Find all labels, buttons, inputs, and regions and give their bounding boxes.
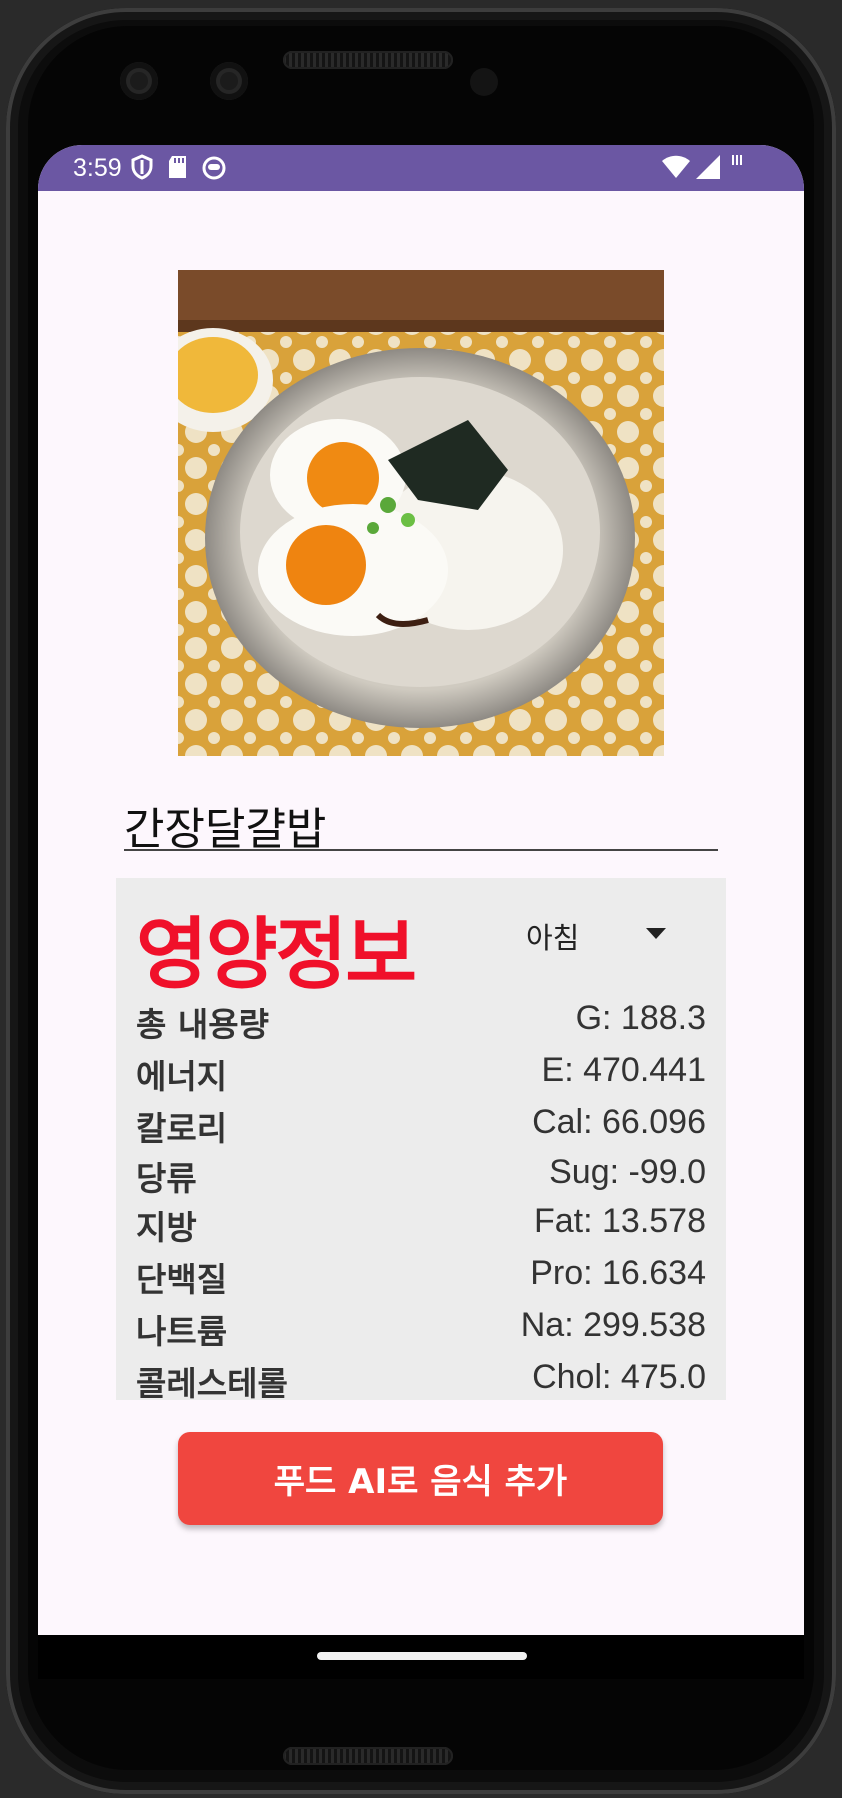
wifi-icon <box>662 155 690 178</box>
sd-card-icon <box>169 156 186 178</box>
robot-icon <box>202 156 226 180</box>
nutrition-value: Na: 299.538 <box>520 1306 706 1344</box>
nutrition-label: 당류 <box>136 1159 197 1198</box>
nutrition-panel: 영양정보 아침 총 내용량 G: 188.3 에너지 E: 470.441 칼로… <box>116 878 726 1403</box>
nutrition-value: Chol: 475.0 <box>532 1358 706 1396</box>
home-handle[interactable] <box>317 1652 527 1660</box>
app-screen: 3:59 간장달걀밥 영양정보 아침 총 내용량 G: 188.3 에너지 E:… <box>38 145 804 1635</box>
nutrition-label: 칼로리 <box>136 1109 228 1148</box>
proximity-sensor <box>470 68 498 96</box>
nutrition-row: 단백질 Pro: 16.634 <box>136 1253 706 1299</box>
nutrition-row: 지방 Fat: 13.578 <box>136 1201 706 1247</box>
nutrition-label: 콜레스테롤 <box>136 1364 288 1403</box>
food-name-text: 간장달걀밥 <box>124 804 327 855</box>
nutrition-row: 에너지 E: 470.441 <box>136 1050 706 1096</box>
status-bar: 3:59 <box>38 145 804 191</box>
nutrition-label: 총 내용량 <box>136 1005 269 1044</box>
nutrition-label: 에너지 <box>136 1057 228 1096</box>
bottom-speaker <box>283 1747 453 1765</box>
nutrition-row: 당류 Sug: -99.0 <box>136 1152 706 1198</box>
nutrition-title: 영양정보 <box>136 910 417 1000</box>
nutrition-row: 나트륨 Na: 299.538 <box>136 1305 706 1351</box>
nutrition-value: Sug: -99.0 <box>549 1153 706 1191</box>
shield-icon <box>131 154 153 180</box>
meal-value: 아침 <box>526 921 580 955</box>
food-name-field[interactable]: 간장달걀밥 <box>124 785 718 855</box>
nutrition-value: Cal: 66.096 <box>532 1103 706 1141</box>
nutrition-row: 콜레스테롤 Chol: 475.0 <box>136 1357 706 1403</box>
nutrition-label: 나트륨 <box>136 1312 228 1351</box>
food-photo <box>178 270 664 756</box>
nutrition-label: 단백질 <box>136 1260 228 1299</box>
nutrition-row: 칼로리 Cal: 66.096 <box>136 1102 706 1148</box>
add-food-ai-button[interactable]: 푸드 AI로 음식 추가 <box>178 1432 663 1525</box>
nutrition-row: 총 내용량 G: 188.3 <box>136 998 706 1044</box>
nutrition-value: Fat: 13.578 <box>533 1202 706 1240</box>
signal-icon <box>696 155 720 179</box>
nutrition-value: E: 470.441 <box>541 1051 706 1089</box>
nutrition-label: 지방 <box>136 1208 197 1247</box>
status-time: 3:59 <box>73 154 122 182</box>
nutrition-value: Pro: 16.634 <box>530 1254 706 1292</box>
navigation-bar <box>38 1635 804 1679</box>
dropdown-arrow-icon <box>646 928 666 939</box>
front-camera-icon <box>210 62 248 100</box>
battery-icon <box>732 155 742 165</box>
meal-dropdown[interactable]: 아침 <box>526 908 666 958</box>
front-camera-icon <box>120 62 158 100</box>
earpiece-speaker <box>283 51 453 69</box>
nutrition-value: G: 188.3 <box>575 999 706 1037</box>
